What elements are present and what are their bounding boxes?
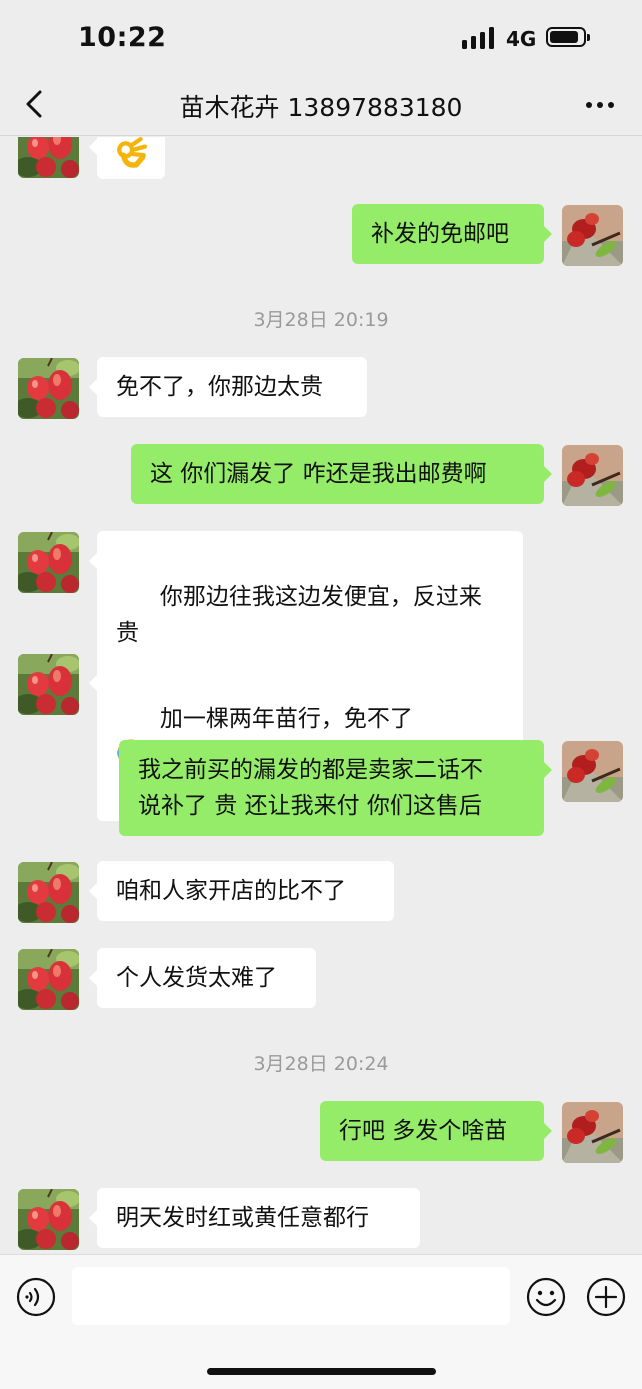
status-time: 10:22	[78, 22, 167, 53]
my-avatar[interactable]	[562, 741, 623, 802]
message-timestamp: 3月28日 20:24	[253, 1053, 389, 1075]
my-avatar[interactable]	[562, 205, 623, 266]
status-bar: 10:22 4G	[0, 0, 642, 72]
message-bubble-outgoing[interactable]: 我之前买的漏发的都是卖家二话不 说补了 贵 还让我来付 你们这售后	[119, 740, 552, 836]
message-bubble-outgoing[interactable]: 这 你们漏发了 咋还是我出邮费啊	[131, 444, 552, 504]
message-bubble-incoming[interactable]	[89, 137, 165, 179]
message-bubble-outgoing[interactable]: 行吧 多发个啥苗	[320, 1101, 552, 1161]
battery-icon	[546, 27, 590, 47]
message-bubble-incoming[interactable]: 免不了，你那边太贵	[89, 357, 367, 417]
message-input[interactable]	[72, 1267, 510, 1325]
message-bubble-incoming[interactable]: 明天发时红或黄任意都行	[89, 1188, 420, 1248]
cellular-signal-icon	[462, 27, 496, 49]
contact-avatar[interactable]	[18, 532, 79, 593]
emoji-picker-icon[interactable]	[526, 1277, 566, 1317]
message-bubble-outgoing[interactable]: 补发的免邮吧	[352, 204, 552, 264]
my-avatar[interactable]	[562, 1102, 623, 1163]
message-timestamp: 3月28日 20:19	[253, 309, 389, 331]
message-text: 加一棵两年苗行，免不了	[159, 706, 413, 732]
message-bubble-incoming[interactable]: 个人发货太难了	[89, 948, 316, 1008]
contact-avatar[interactable]	[18, 862, 79, 923]
voice-input-icon[interactable]	[16, 1277, 56, 1317]
message-bubble-incoming[interactable]: 咱和人家开店的比不了	[89, 861, 394, 921]
contact-avatar[interactable]	[18, 1189, 79, 1250]
contact-avatar[interactable]	[18, 654, 79, 715]
contact-avatar[interactable]	[18, 949, 79, 1010]
chat-header: 苗木花卉 13897883180	[0, 72, 642, 136]
network-type: 4G	[506, 27, 537, 51]
my-avatar[interactable]	[562, 445, 623, 506]
message-text: 你那边往我这边发便宜，反过来贵	[116, 584, 482, 646]
message-list[interactable]: 补发的免邮吧 3月28日 20:19 免不了，你那边太贵 这 你们漏发了 咋还是…	[0, 137, 642, 1254]
contact-avatar[interactable]	[18, 358, 79, 419]
home-indicator[interactable]	[207, 1368, 436, 1375]
ok-hand-emoji-icon	[117, 137, 147, 168]
contact-avatar[interactable]	[18, 137, 79, 178]
chat-title: 苗木花卉 13897883180	[179, 93, 463, 122]
more-options-icon[interactable]	[586, 102, 614, 108]
more-functions-plus-icon[interactable]	[586, 1277, 626, 1317]
